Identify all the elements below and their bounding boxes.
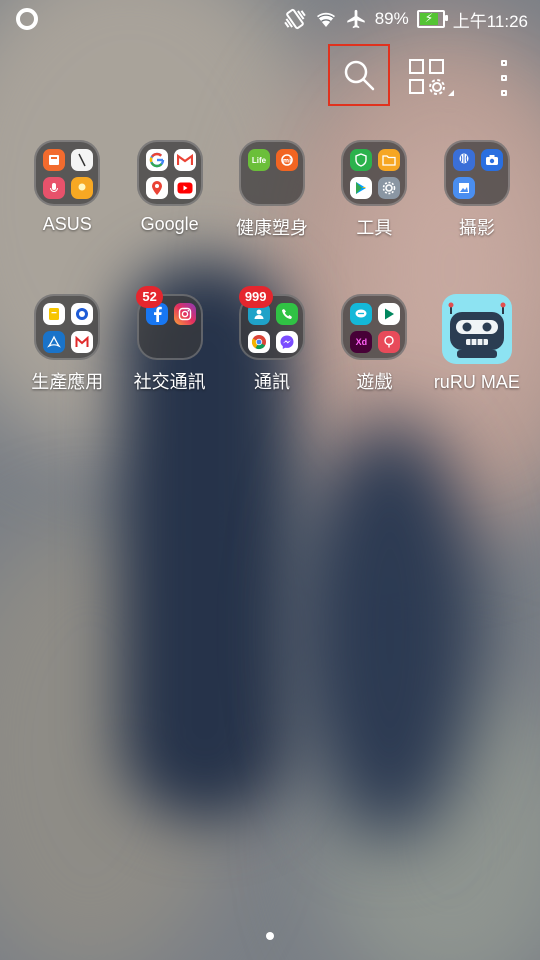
folder-communication[interactable]: 999 通訊 [221, 286, 323, 448]
life-app-icon: Life [248, 149, 271, 171]
app-label: 健康塑身 [236, 218, 309, 238]
search-button[interactable] [328, 44, 390, 106]
svg-text:mi: mi [283, 158, 291, 165]
news-app-icon [43, 149, 66, 171]
security-shield-icon [350, 149, 373, 171]
messenger-icon [276, 331, 299, 353]
play-store-icon [350, 177, 373, 199]
search-icon [344, 60, 375, 91]
folder-icon [136, 140, 203, 206]
folder-icon [341, 140, 408, 206]
acrobat-icon [43, 331, 66, 353]
app-row: 生產應用 52 社交通訊 999 通訊 Xd 遊戲 ruRU MAE [16, 286, 528, 448]
app-label: ASUS [42, 214, 92, 234]
file-manager-icon [378, 149, 401, 171]
app-label: 工具 [356, 218, 393, 238]
gmail-icon [173, 149, 196, 171]
folder-icon: Xd [341, 294, 408, 360]
youtube-icon [173, 177, 196, 199]
more-menu-icon [501, 60, 507, 66]
photo-editor-icon [452, 177, 475, 199]
instagram-icon [173, 303, 196, 325]
folder-games[interactable]: Xd 遊戲 [323, 294, 425, 448]
gallery-balloon-icon [452, 149, 475, 171]
notification-badge: 999 [238, 286, 273, 308]
record-icon [16, 8, 38, 30]
app-label: 生產應用 [31, 372, 104, 392]
more-menu-button[interactable] [492, 60, 516, 96]
robot-app-icon [441, 294, 512, 364]
clock-app-icon [71, 149, 94, 171]
drawer-toolbar [0, 44, 540, 108]
google-app-icon [145, 149, 168, 171]
camera-icon [480, 149, 503, 171]
scanner-app-icon [71, 303, 94, 325]
grid-settings-icon [409, 59, 454, 96]
app-ruru-mae[interactable]: ruRU MAE [426, 294, 528, 448]
settings-gear-icon [378, 177, 401, 199]
sound-recorder-icon [43, 177, 66, 199]
app-grid-settings-button[interactable] [408, 58, 458, 98]
battery-icon: ⚡ [416, 10, 448, 28]
app-label: 攝影 [458, 218, 495, 238]
keep-notes-icon [43, 303, 66, 325]
phone-icon [276, 303, 299, 325]
vibrate-icon [283, 7, 307, 31]
mi-fit-icon: mi [276, 149, 299, 171]
maps-icon [145, 177, 168, 199]
folder-social[interactable]: 52 社交通訊 [118, 286, 220, 448]
weather-app-icon [71, 177, 94, 199]
app-label: 通訊 [254, 372, 291, 392]
play-games-icon [378, 303, 401, 325]
folder-asus[interactable]: ASUS [16, 140, 118, 294]
app-grid: ASUS Google Life mi 健康塑身 工具 攝影 生產應用 52 社… [16, 140, 528, 448]
folder-photography[interactable]: 攝影 [426, 140, 528, 294]
clock: 上午11:26 [452, 11, 528, 31]
app-row: ASUS Google Life mi 健康塑身 工具 攝影 [16, 140, 528, 294]
airplane-icon [345, 8, 367, 30]
app-label: Google [140, 214, 199, 234]
games-balloon-icon [378, 331, 401, 353]
notification-badge: 52 [136, 286, 163, 308]
folder-icon [34, 140, 101, 206]
adobe-xd-icon: Xd [350, 331, 373, 353]
folder-google[interactable]: Google [118, 140, 220, 294]
folder-tools[interactable]: 工具 [323, 140, 425, 294]
folder-health[interactable]: Life mi 健康塑身 [221, 140, 323, 294]
battery-percent: 89% [374, 9, 409, 28]
app-label: 社交通訊 [133, 372, 206, 392]
page-indicator-dot[interactable] [266, 932, 274, 940]
folder-productivity[interactable]: 生產應用 [16, 294, 118, 448]
gmail-m-icon [71, 331, 94, 353]
folder-icon: Life mi [239, 140, 306, 206]
wifi-icon [315, 9, 337, 29]
status-bar: 89% ⚡ 上午11:26 [0, 0, 540, 38]
folder-icon [443, 140, 510, 206]
app-label: ruRU MAE [433, 372, 520, 392]
folder-icon [34, 294, 101, 360]
app-label: 遊戲 [356, 372, 393, 392]
chrome-icon [248, 331, 271, 353]
games-chat-icon [350, 303, 373, 325]
